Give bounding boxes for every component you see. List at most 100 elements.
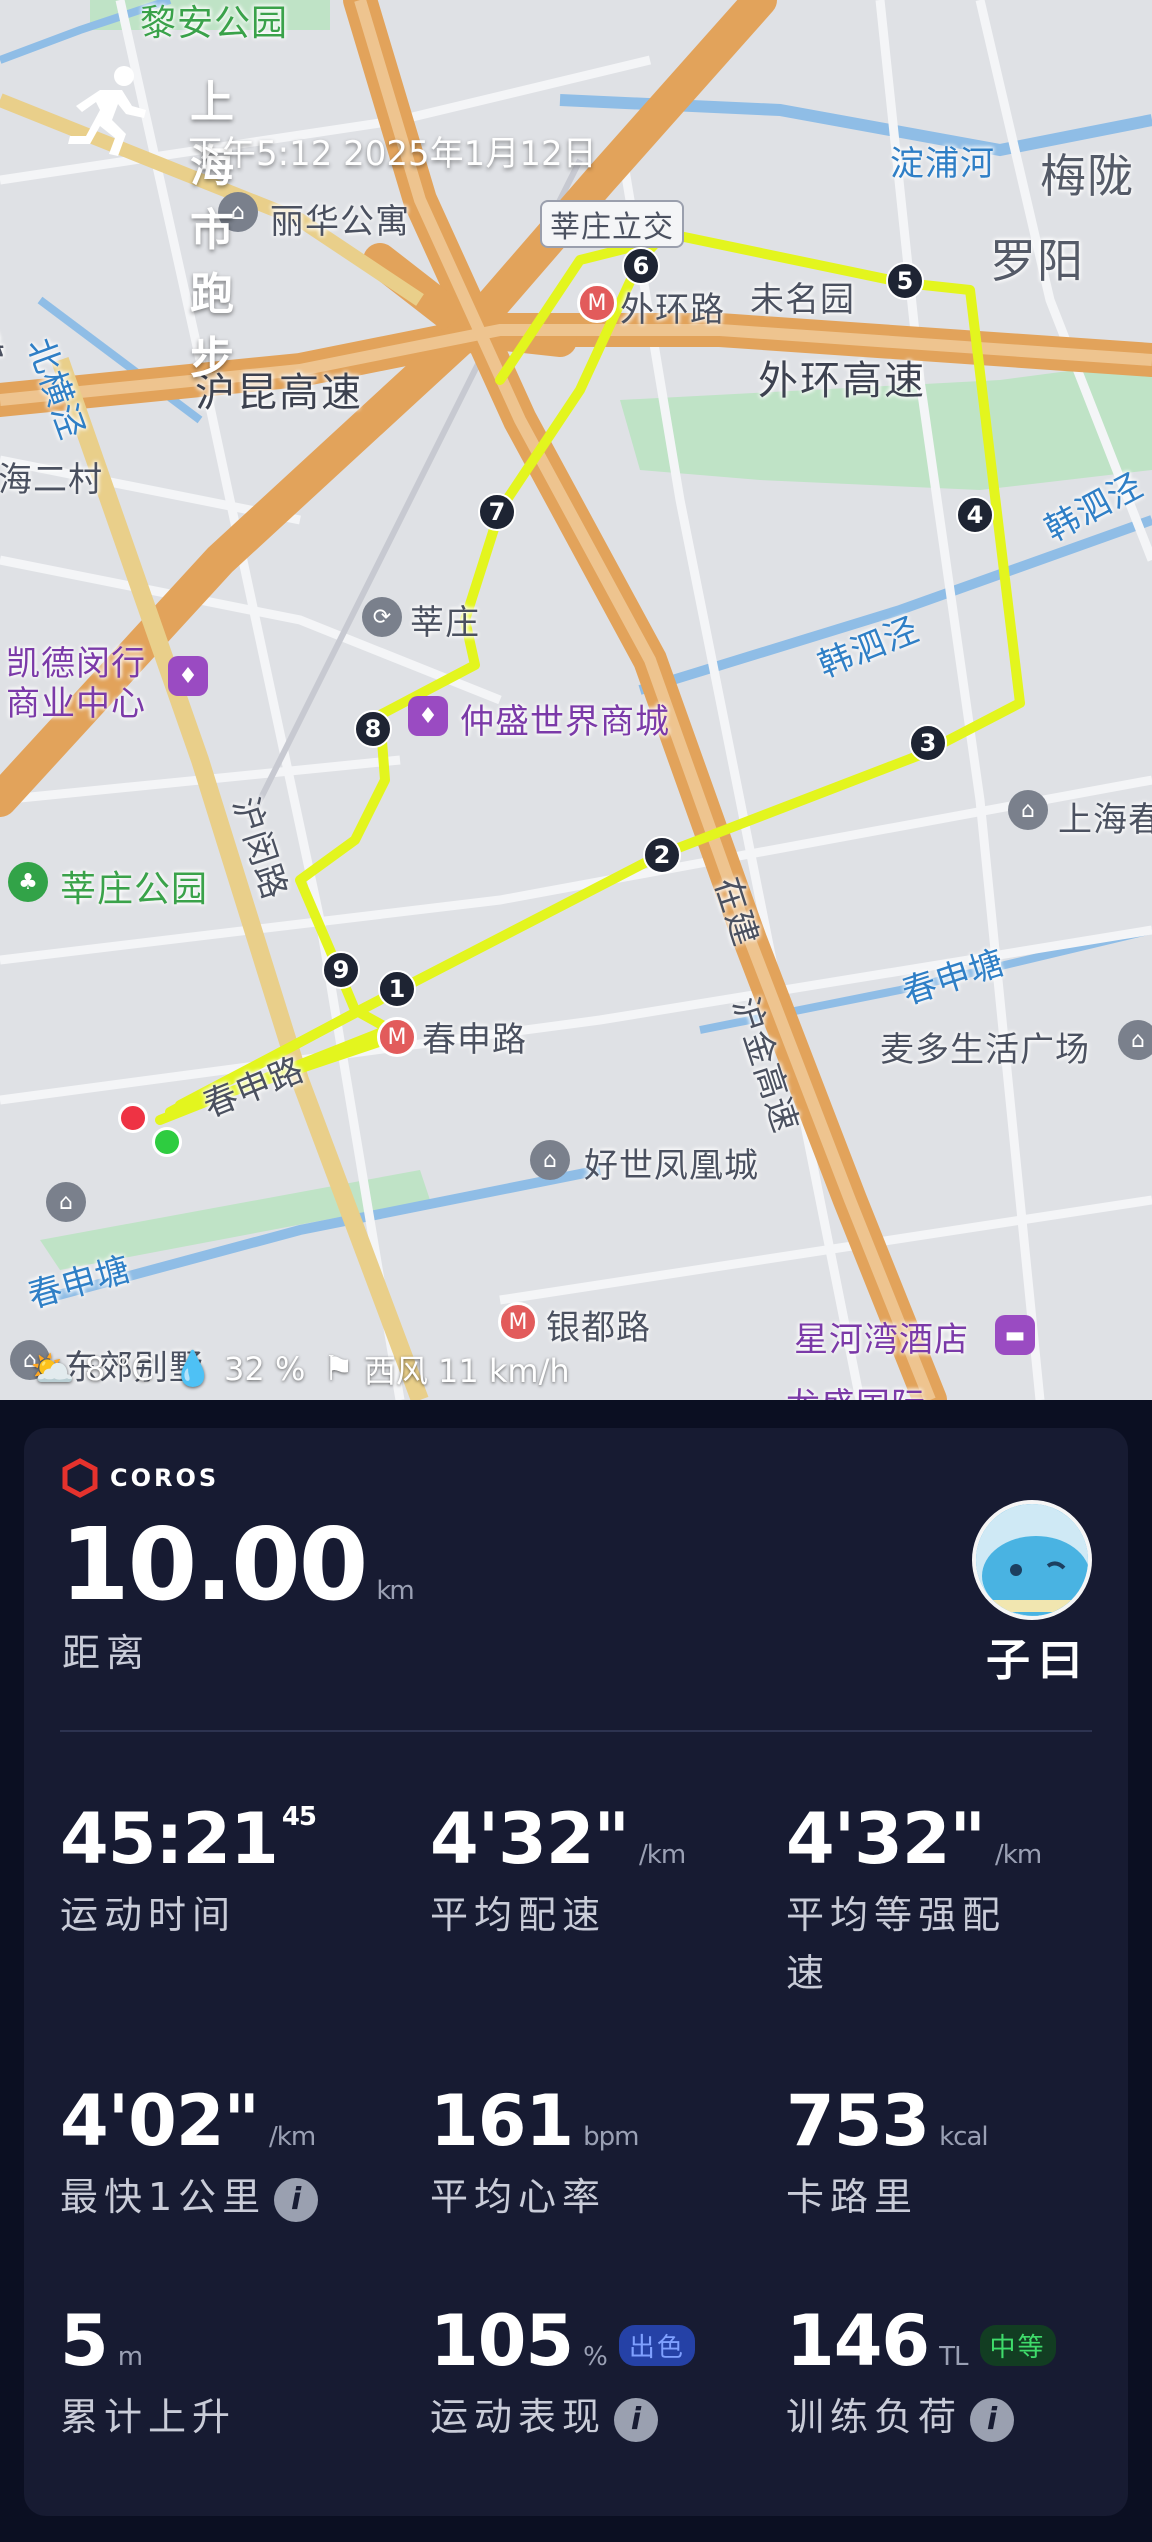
avatar[interactable] xyxy=(972,1500,1092,1620)
km-marker[interactable]: 8 xyxy=(354,710,392,748)
info-icon[interactable]: i xyxy=(970,2397,1015,2442)
map-label: 丽华公寓 xyxy=(270,202,410,242)
route-map[interactable]: ⌂ M ⟳ ♦ ♦ ⌂ ♣ M ⌂ ⌂ ⌂ M ▬ ⌂ 黎安公园 丽华公寓 莘庄… xyxy=(0,0,1152,1400)
stat-value: 146 xyxy=(786,2300,930,2382)
km-marker[interactable]: 2 xyxy=(643,836,681,874)
map-label: 莘庄公园 xyxy=(60,869,209,910)
map-label: 仲盛世界商城 xyxy=(460,702,670,742)
info-icon[interactable]: i xyxy=(274,2177,319,2222)
km-marker[interactable]: 1 xyxy=(378,970,416,1008)
distance-unit: km xyxy=(376,1576,414,1606)
stat-label: 运动时间 xyxy=(60,1893,237,1937)
map-label: 海二村 xyxy=(0,460,103,500)
map-label: 好世凤凰城 xyxy=(584,1146,759,1186)
metro-icon: M xyxy=(498,1302,538,1342)
stat-value: 45:21 xyxy=(60,1798,279,1880)
activity-datetime: 下午5:12 2025年1月12日 xyxy=(188,134,597,174)
map-label: 外环路 xyxy=(620,290,725,330)
stat-calories: 753 kcal 卡路里 xyxy=(786,2080,1106,2226)
stat-label: 卡路里 xyxy=(786,2175,919,2219)
divider xyxy=(60,1730,1092,1732)
stat-unit: m xyxy=(117,2342,143,2372)
stat-avg-pace: 4'32" /km 平均配速 xyxy=(430,1798,760,1944)
stat-value: 4'32" xyxy=(786,1798,986,1880)
km-marker[interactable]: 3 xyxy=(909,724,947,762)
stat-duration: 45:21 45 运动时间 xyxy=(60,1798,390,1944)
stat-label: 平均配速 xyxy=(430,1893,607,1937)
map-label: 梅陇 xyxy=(1040,149,1134,203)
map-label: 春申路 xyxy=(422,1020,527,1060)
map-label: 黎安公园 xyxy=(140,3,289,44)
stat-unit: % xyxy=(583,2342,608,2372)
map-label: 罗阳 xyxy=(990,234,1084,288)
end-point-marker xyxy=(118,1103,148,1133)
temperature: 8 °C xyxy=(84,1350,154,1388)
stat-label: 累计上升 xyxy=(60,2395,237,2439)
stat-unit: kcal xyxy=(939,2122,989,2152)
start-point-marker xyxy=(152,1127,182,1157)
stat-label: 平均等强配速 xyxy=(786,1893,1007,1995)
km-marker[interactable]: 5 xyxy=(886,262,924,300)
stat-avg-grade-pace: 4'32" /km 平均等强配速 xyxy=(786,1798,1046,2002)
stat-label: 训练负荷 xyxy=(786,2395,963,2439)
map-label: 上海春 xyxy=(1058,800,1152,840)
cloudy-sun-icon: ⛅ xyxy=(30,1349,75,1390)
poi-building-icon: ⌂ xyxy=(530,1140,570,1180)
metro-icon: M xyxy=(577,283,617,323)
stat-avg-hr: 161 bpm 平均心率 xyxy=(430,2080,760,2226)
stat-value: 5 xyxy=(60,2300,109,2382)
map-label: 麦多生活广场 xyxy=(880,1030,1090,1070)
map-label: 未名园 xyxy=(750,280,855,320)
stat-unit: TL xyxy=(939,2342,968,2372)
brand-name: COROS xyxy=(110,1464,220,1492)
km-marker[interactable]: 4 xyxy=(956,496,994,534)
map-label: 银都路 xyxy=(546,1308,651,1348)
poi-building-icon: ⌂ xyxy=(1008,790,1048,830)
stat-ascent: 5m 累计上升 xyxy=(60,2300,400,2446)
stat-value: 161 xyxy=(430,2080,574,2162)
activity-title: 上海市 跑步 xyxy=(190,77,240,384)
stat-label: 最快1公里 xyxy=(60,2175,267,2219)
poi-building-icon: ⌂ xyxy=(1118,1020,1152,1060)
user-name: 子曰 xyxy=(986,1635,1090,1686)
performance-rating-badge: 出色 xyxy=(618,2325,695,2367)
stat-performance: 105% 出色 运动表现 i xyxy=(430,2300,770,2446)
running-icon xyxy=(68,66,146,156)
km-marker[interactable]: 6 xyxy=(622,247,660,285)
map-label: 淀浦河 xyxy=(890,144,995,184)
stat-unit: /km xyxy=(639,1840,686,1870)
humidity-icon: 💧 xyxy=(171,1349,215,1389)
stat-label: 平均心率 xyxy=(430,2175,607,2219)
poi-building-icon: ⌂ xyxy=(46,1182,86,1222)
info-icon[interactable]: i xyxy=(614,2397,659,2442)
humidity: 32 % xyxy=(224,1350,306,1388)
stat-unit: /km xyxy=(269,2122,316,2152)
stat-fastest-km: 4'02" /km 最快1公里 i xyxy=(60,2080,400,2226)
km-marker[interactable]: 7 xyxy=(478,493,516,531)
map-label: 星河湾酒店 xyxy=(794,1320,969,1360)
map-label: 外环高速 xyxy=(758,358,926,404)
map-label: 龙盛国际 xyxy=(786,1378,926,1400)
coros-logo-icon xyxy=(62,1458,98,1498)
shopping-icon: ♦ xyxy=(168,656,208,696)
stat-label: 运动表现 xyxy=(430,2395,607,2439)
avatar-image xyxy=(976,1504,1088,1616)
distance-value: 10.00 km xyxy=(60,1506,415,1623)
hotel-icon: ▬ xyxy=(995,1315,1035,1355)
stat-value: 4'02" xyxy=(60,2080,260,2162)
stat-value: 105 xyxy=(430,2300,574,2382)
distance-label: 距离 xyxy=(62,1631,151,1675)
activity-header: 上海市 跑步 下午5:12 2025年1月12日 xyxy=(60,60,597,384)
map-label: 凯德闵行 商业中心 xyxy=(6,644,146,724)
map-label: 莘庄立交 xyxy=(540,200,684,248)
load-rating-badge: 中等 xyxy=(979,2325,1056,2367)
station-icon: ⟳ xyxy=(362,597,402,637)
stat-hundredths: 45 xyxy=(281,1802,317,1832)
park-icon: ♣ xyxy=(8,862,48,902)
map-label: 莘庄 xyxy=(410,603,480,643)
stat-training-load: 146 TL 中等 训练负荷 i xyxy=(786,2300,1116,2446)
shopping-icon: ♦ xyxy=(408,696,448,736)
stat-value: 4'32" xyxy=(430,1798,630,1880)
km-marker[interactable]: 9 xyxy=(322,951,360,989)
stat-unit: bpm xyxy=(583,2122,639,2152)
